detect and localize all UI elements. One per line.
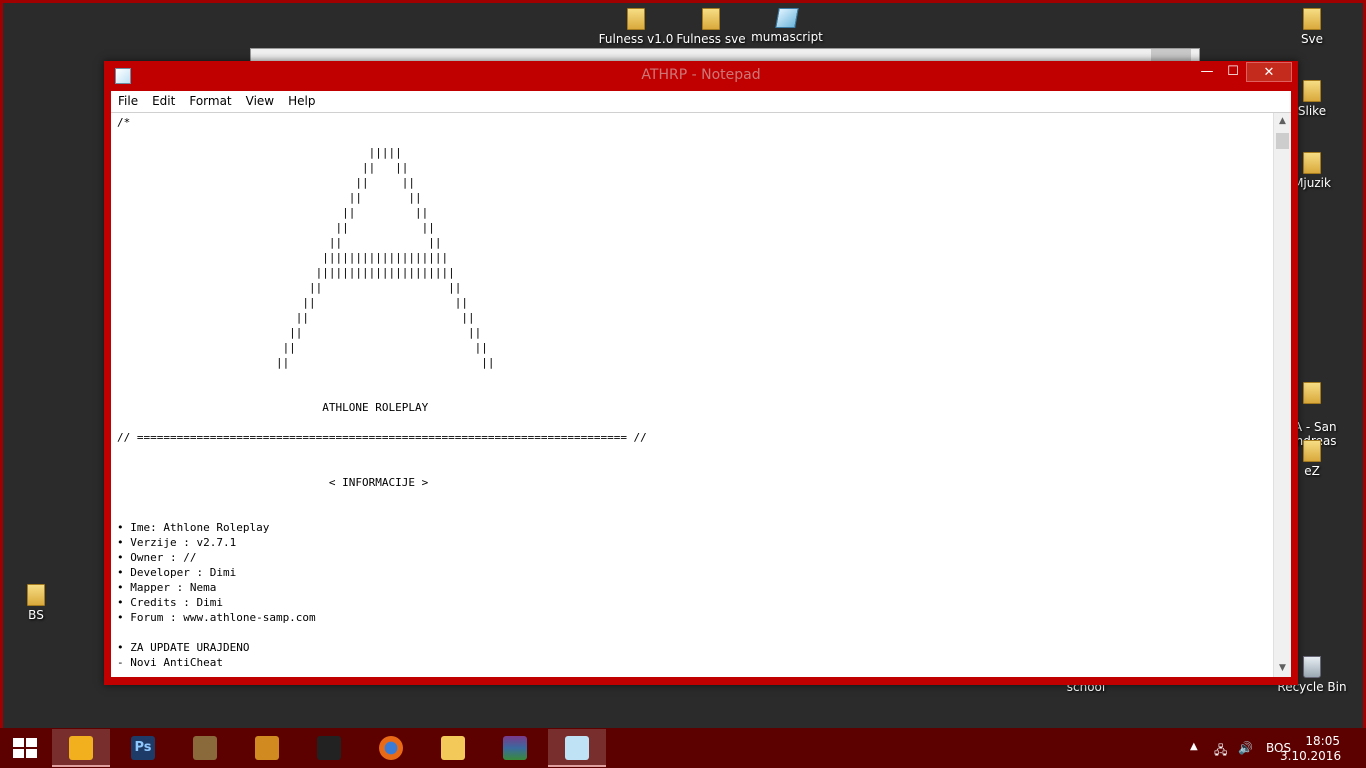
photoshop-icon: Ps <box>131 736 155 760</box>
taskbar-app-notepad[interactable] <box>548 729 606 767</box>
text-editor[interactable]: /* ||||| || || || || || || || || || || |… <box>111 112 1291 677</box>
firefox-icon <box>379 736 403 760</box>
taskbar-app-photoshop[interactable]: Ps <box>114 729 172 767</box>
taskbar-app-winamp[interactable] <box>52 729 110 767</box>
menu-help[interactable]: Help <box>281 91 322 108</box>
folder-icon <box>702 8 720 30</box>
taskbar-app-gta-san-andreas[interactable] <box>176 729 234 767</box>
folder-icon <box>627 8 645 30</box>
notepad-icon <box>565 736 589 760</box>
winamp-icon <box>69 736 93 760</box>
recycle-bin-icon <box>1303 656 1321 678</box>
folder-icon <box>441 736 465 760</box>
counter-strike-icon <box>317 736 341 760</box>
desktop-icon-label: eZ <box>1304 464 1320 478</box>
clock-date: 3.10.2016 <box>1280 749 1342 763</box>
folder-icon <box>1303 152 1321 174</box>
volume-icon[interactable]: 🔊 <box>1238 741 1253 755</box>
clock[interactable]: 18:05 3.10.2016 <box>1280 734 1342 764</box>
winrar-icon <box>503 736 527 760</box>
minimize-button[interactable]: — <box>1194 62 1220 82</box>
taskbar-app-winrar[interactable] <box>486 729 544 767</box>
maximize-button[interactable]: ☐ <box>1220 62 1246 82</box>
folder-icon <box>27 584 45 606</box>
scroll-down-arrow-icon[interactable]: ▼ <box>1274 660 1291 677</box>
mafia-icon <box>255 736 279 760</box>
clock-time: 18:05 <box>1305 734 1340 748</box>
menu-format[interactable]: Format <box>182 91 238 108</box>
window-title: ATHRP - Notepad <box>641 67 761 83</box>
folder-icon <box>1303 80 1321 102</box>
taskbar-app-mafia[interactable] <box>238 729 296 767</box>
gta-san-andreas-icon <box>193 736 217 760</box>
title-bar[interactable]: ATHRP - Notepad — ☐ ✕ <box>104 61 1298 91</box>
network-icon[interactable]: 🖧 <box>1214 741 1227 762</box>
desktop-icon-label: Fulness sve <box>676 32 746 46</box>
folder-icon <box>1303 382 1321 404</box>
menu-edit[interactable]: Edit <box>145 91 182 108</box>
start-button[interactable] <box>0 728 50 768</box>
menu-view[interactable]: View <box>239 91 281 108</box>
desktop-icon-bs[interactable]: BS <box>0 584 76 622</box>
notepad-window: ATHRP - Notepad — ☐ ✕ File Edit Format View… <box>104 61 1298 685</box>
close-button[interactable]: ✕ <box>1246 62 1292 82</box>
taskbar-app-file-explorer[interactable] <box>424 729 482 767</box>
desktop-icon-fulness-v1[interactable]: Fulness v1.0 <box>596 8 676 46</box>
menu-bar: File Edit Format View Help <box>111 91 1291 112</box>
taskbar-app-firefox[interactable] <box>362 729 420 767</box>
editor-text[interactable]: /* ||||| || || || || || || || || || || |… <box>117 115 1267 673</box>
folder-icon <box>1303 8 1321 30</box>
desktop-icon-label: Mjuzik <box>1293 176 1331 190</box>
desktop-icon-fulness-sve[interactable]: Fulness sve <box>671 8 751 46</box>
desktop-icon-label: Sve <box>1300 32 1324 46</box>
desktop-icon-label: Slike <box>1297 104 1327 118</box>
taskbar-app-counter-strike[interactable] <box>300 729 358 767</box>
desktop-icon-mumascript[interactable]: mumascript <box>747 8 827 44</box>
scroll-thumb[interactable] <box>1276 133 1289 149</box>
desktop-icon-sve[interactable]: Sve <box>1272 8 1352 46</box>
menu-file[interactable]: File <box>111 91 145 108</box>
desktop-icon-label: BS <box>28 608 44 622</box>
windows-logo-icon <box>13 738 38 758</box>
folder-icon <box>1303 440 1321 462</box>
system-tray: ▲ 🖧 🔊 BOS 18:05 3.10.2016 <box>1166 728 1366 768</box>
scroll-up-arrow-icon[interactable]: ▲ <box>1274 113 1291 130</box>
vertical-scrollbar[interactable]: ▲ ▼ <box>1273 113 1291 677</box>
desktop-icon-label: mumascript <box>751 30 823 44</box>
show-hidden-icons-chevron-icon[interactable]: ▲ <box>1190 741 1198 752</box>
script-file-icon <box>775 8 799 28</box>
taskbar: Ps ▲ 🖧 🔊 BOS 18:05 3.10.2016 <box>0 728 1366 768</box>
desktop-icon-label: Fulness v1.0 <box>598 32 674 46</box>
